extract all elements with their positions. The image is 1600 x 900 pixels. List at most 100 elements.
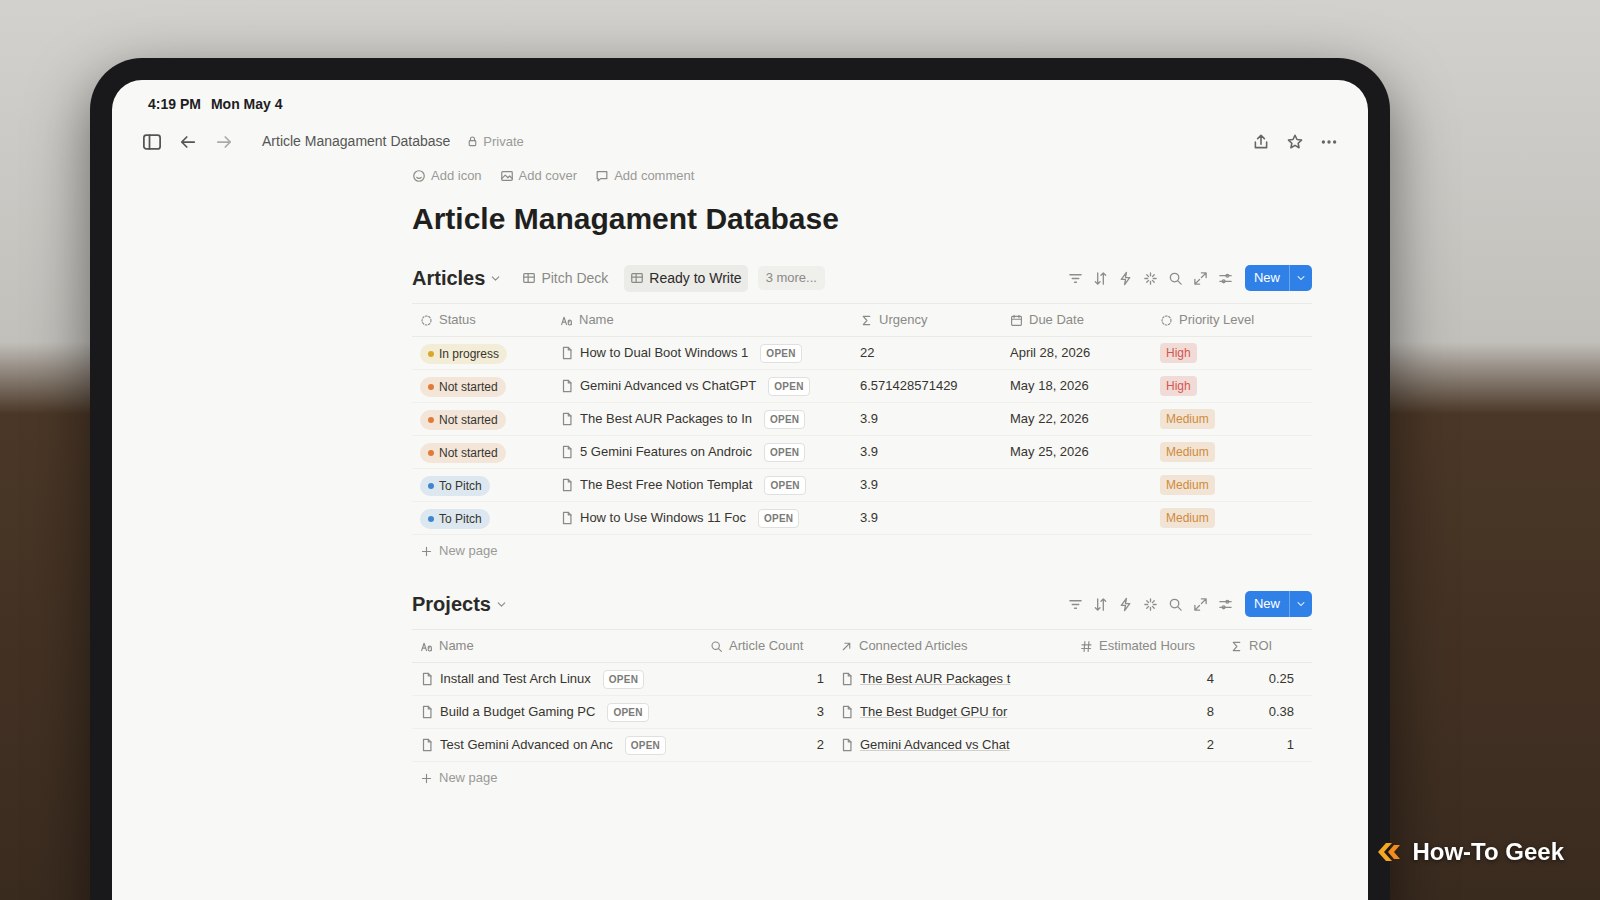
article-name[interactable]: How to Use Windows 11 Foc — [580, 508, 746, 528]
table-row[interactable]: In progressHow to Dual Boot Windows 1OPE… — [412, 337, 1312, 370]
new-button[interactable]: New — [1245, 265, 1312, 291]
table-row[interactable]: Install and Test Arch LinuxOPEN1The Best… — [412, 663, 1312, 696]
table-row[interactable]: Not startedThe Best AUR Packages to InOP… — [412, 403, 1312, 436]
expand-icon[interactable] — [1193, 597, 1208, 612]
name-cell: The Best AUR Packages to In OPEN — [552, 409, 852, 429]
column-header[interactable]: ROI — [1222, 630, 1302, 662]
filter-icon[interactable] — [1068, 271, 1083, 286]
search-icon[interactable] — [1168, 597, 1183, 612]
open-button[interactable]: OPEN — [758, 509, 799, 528]
view-tab[interactable]: Pitch Deck — [516, 265, 614, 292]
connected-article[interactable]: Gemini Advanced vs Chat — [860, 735, 1010, 755]
settings-icon[interactable] — [1218, 597, 1233, 612]
more-views[interactable]: 3 more... — [758, 266, 825, 290]
page-action[interactable]: Add cover — [500, 166, 578, 186]
breadcrumb[interactable]: Article Managament Database — [262, 131, 450, 152]
project-name[interactable]: Install and Test Arch Linux — [440, 669, 591, 689]
column-header[interactable]: Connected Articles — [832, 630, 1072, 662]
sort-icon[interactable] — [1093, 597, 1108, 612]
ai-icon[interactable] — [1143, 597, 1158, 612]
connected-cell: Gemini Advanced vs Chat — [832, 735, 1072, 755]
column-header[interactable]: Priority Level — [1152, 304, 1282, 336]
articles-actions: New — [1068, 265, 1312, 291]
name-cell: Install and Test Arch Linux OPEN — [412, 669, 702, 689]
connected-article[interactable]: The Best AUR Packages t — [860, 669, 1010, 689]
automation-icon[interactable] — [1118, 271, 1133, 286]
share-icon[interactable] — [1252, 133, 1270, 151]
article-name[interactable]: Gemini Advanced vs ChatGPT — [580, 376, 756, 396]
column-header[interactable]: Name — [412, 630, 702, 662]
column-header[interactable]: Estimated Hours — [1072, 630, 1222, 662]
status-cell: To Pitch — [412, 508, 552, 529]
sort-icon[interactable] — [1093, 271, 1108, 286]
open-button[interactable]: OPEN — [760, 344, 801, 363]
privacy-badge[interactable]: Private — [466, 132, 523, 152]
chevron-down-icon — [489, 272, 502, 285]
urgency-cell: 3.9 — [852, 409, 1002, 429]
article-name[interactable]: 5 Gemini Features on Androic — [580, 442, 752, 462]
table-row[interactable]: Not started5 Gemini Features on AndroicO… — [412, 436, 1312, 469]
open-button[interactable]: OPEN — [764, 443, 805, 462]
automation-icon[interactable] — [1118, 597, 1133, 612]
table-icon — [630, 271, 644, 285]
document-icon — [560, 346, 574, 360]
ai-icon[interactable] — [1143, 271, 1158, 286]
new-page-row[interactable]: New page — [412, 535, 1312, 567]
new-dropdown[interactable] — [1289, 265, 1312, 291]
open-button[interactable]: OPEN — [764, 410, 805, 429]
table-row[interactable]: Not startedGemini Advanced vs ChatGPTOPE… — [412, 370, 1312, 403]
filter-icon[interactable] — [1068, 597, 1083, 612]
document-icon — [560, 511, 574, 525]
column-title: Connected Articles — [859, 636, 967, 656]
column-title: Article Count — [729, 636, 803, 656]
new-button-label[interactable]: New — [1245, 591, 1289, 617]
article-name[interactable]: The Best AUR Packages to In — [580, 409, 752, 429]
back-arrow-icon[interactable] — [178, 132, 198, 152]
open-button[interactable]: OPEN — [607, 703, 648, 722]
open-button[interactable]: OPEN — [603, 670, 644, 689]
column-header[interactable]: Due Date — [1002, 304, 1152, 336]
search-icon[interactable] — [1168, 271, 1183, 286]
forward-arrow-icon[interactable] — [214, 132, 234, 152]
column-header[interactable]: Status — [412, 304, 552, 336]
new-button-label[interactable]: New — [1245, 265, 1289, 291]
column-header[interactable]: Article Count — [702, 630, 832, 662]
projects-title[interactable]: Projects — [412, 589, 508, 619]
settings-icon[interactable] — [1218, 271, 1233, 286]
sidebar-toggle-icon[interactable] — [142, 132, 162, 152]
column-header[interactable]: Urgency — [852, 304, 1002, 336]
tablet: 4:19 PMMon May 4Article Managament Datab… — [90, 58, 1390, 900]
select-icon — [1160, 314, 1173, 327]
open-button[interactable]: OPEN — [764, 476, 805, 495]
project-name[interactable]: Test Gemini Advanced on Anc — [440, 735, 613, 755]
table-row[interactable]: To PitchThe Best Free Notion TemplatOPEN… — [412, 469, 1312, 502]
expand-icon[interactable] — [1193, 271, 1208, 286]
text-icon — [420, 640, 433, 653]
open-button[interactable]: OPEN — [768, 377, 809, 396]
view-tab-label: Ready to Write — [649, 268, 741, 289]
column-header[interactable]: Name — [552, 304, 852, 336]
new-dropdown[interactable] — [1289, 591, 1312, 617]
rollup-icon — [710, 640, 723, 653]
article-name[interactable]: The Best Free Notion Templat — [580, 475, 752, 495]
articles-title[interactable]: Articles — [412, 263, 502, 293]
view-tab[interactable]: Ready to Write — [624, 265, 747, 292]
name-cell: Test Gemini Advanced on Anc OPEN — [412, 735, 702, 755]
table-row[interactable]: To PitchHow to Use Windows 11 FocOPEN3.9… — [412, 502, 1312, 535]
table-row[interactable]: Test Gemini Advanced on AncOPEN2Gemini A… — [412, 729, 1312, 762]
page-action[interactable]: Add comment — [595, 166, 694, 186]
database-toolbar — [1068, 597, 1233, 612]
page-action[interactable]: Add icon — [412, 166, 482, 186]
open-button[interactable]: OPEN — [625, 736, 666, 755]
name-cell: How to Use Windows 11 Foc OPEN — [552, 508, 852, 528]
table-row[interactable]: Build a Budget Gaming PCOPEN3The Best Bu… — [412, 696, 1312, 729]
name-cell: The Best Free Notion Templat OPEN — [552, 475, 852, 495]
new-button[interactable]: New — [1245, 591, 1312, 617]
article-name[interactable]: How to Dual Boot Windows 1 — [580, 343, 748, 363]
project-name[interactable]: Build a Budget Gaming PC — [440, 702, 595, 722]
urgency-cell: 6.571428571429 — [852, 376, 1002, 396]
connected-article[interactable]: The Best Budget GPU for — [860, 702, 1007, 722]
more-icon[interactable] — [1320, 133, 1338, 151]
star-icon[interactable] — [1286, 133, 1304, 151]
new-page-row[interactable]: New page — [412, 762, 1312, 794]
